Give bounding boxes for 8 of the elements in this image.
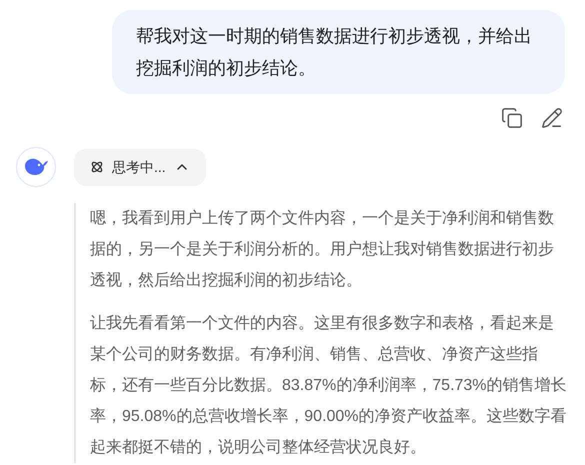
user-message: 帮我对这一时期的销售数据进行初步透视，并给出挖掘利润的初步结论。 xyxy=(112,10,565,94)
thinking-paragraph: 让我先看看第一个文件的内容。这里有很多数字和表格，看起来是某个公司的财务数据。有净利润、销售、总营收、净资产这些指标，还有一些百分比数据。83.87%的净利润率，75.73%的销售增长率，95.08%的总营收增长率，90.00%的净资产收益率。这些数字看起来都挺不错的，说明公司整体经营状况良好。 xyxy=(90,314,567,458)
assistant-avatar xyxy=(16,147,56,187)
copy-icon[interactable] xyxy=(501,107,523,129)
thinking-toggle[interactable]: 思考中... xyxy=(74,148,206,186)
thinking-paragraph: 嗯，我看到用户上传了两个文件内容，一个是关于净利润和销售数据的，另一个是关于利润分析的。用户想让我对销售数据进行初步透视，然后给出挖掘利润的初步结论。 xyxy=(90,208,555,291)
edit-icon[interactable] xyxy=(541,107,563,129)
atom-icon xyxy=(90,160,104,174)
